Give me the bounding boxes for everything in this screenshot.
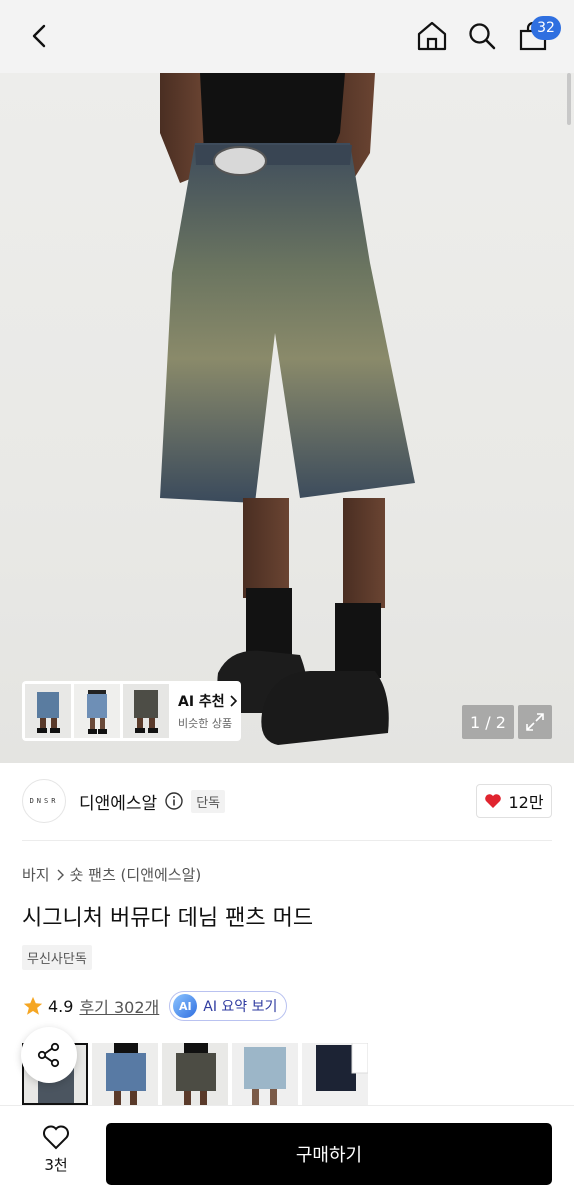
ai-recommend-card[interactable]: AI 추천 비슷한 상품 (22, 681, 241, 741)
exclusive-label: 무신사단독 (22, 945, 92, 970)
brand-like-count: 12만 (508, 793, 544, 812)
brand-row: DNSR 디앤에스알 단독 12만 (22, 776, 552, 826)
breadcrumb-item[interactable]: 바지 (22, 864, 50, 885)
ai-badge-icon: AI (173, 994, 198, 1018)
wishlist-count: 3천 (44, 1156, 68, 1174)
rating-row: 4.9 후기 302개 AI AI 요약 보기 (22, 990, 288, 1022)
cart-count-badge: 32 (531, 16, 561, 40)
chevron-right-icon (230, 695, 237, 707)
heart-filled-icon (485, 794, 502, 808)
wishlist-button[interactable]: 3천 (30, 1124, 82, 1176)
breadcrumb-item[interactable]: 숏 팬츠 (디앤에스알) (70, 864, 202, 885)
info-icon[interactable] (165, 792, 183, 810)
chevron-right-icon (57, 869, 64, 880)
recommend-thumbnail[interactable] (123, 684, 169, 738)
exclusive-tag: 단독 (191, 789, 226, 813)
top-navigation-bar: 32 (0, 0, 574, 73)
color-option-thumbnail[interactable] (92, 1043, 158, 1105)
scroll-indicator (567, 73, 571, 125)
expand-button[interactable] (518, 705, 552, 739)
chevron-left-icon (32, 24, 46, 48)
share-button[interactable] (21, 1027, 77, 1083)
reviews-link[interactable]: 후기 302개 (79, 994, 159, 1018)
brand-name[interactable]: 디앤에스알 (79, 789, 157, 814)
color-option-thumbnail[interactable] (232, 1043, 298, 1105)
star-icon (23, 996, 43, 1015)
back-button[interactable] (22, 18, 58, 54)
ai-summary-label: AI 요약 보기 (203, 999, 278, 1015)
color-option-thumbnail[interactable] (162, 1043, 228, 1105)
image-pager: 1 / 2 (462, 705, 514, 739)
brand-like-button[interactable]: 12만 (476, 784, 552, 818)
ai-recommend-subtitle: 비슷한 상품 (178, 717, 233, 730)
recommend-thumbnail[interactable] (25, 684, 71, 738)
product-photo (160, 73, 415, 745)
rating-value: 4.9 (48, 996, 74, 1016)
expand-icon (526, 713, 544, 731)
cart-button[interactable]: 32 (515, 16, 561, 54)
search-button[interactable] (464, 18, 500, 54)
breadcrumb: 바지 숏 팬츠 (디앤에스알) (22, 864, 201, 885)
share-icon (37, 1042, 60, 1068)
brand-logo[interactable]: DNSR (22, 779, 66, 823)
buy-button[interactable]: 구매하기 (106, 1123, 552, 1185)
home-button[interactable] (414, 18, 450, 54)
ai-summary-button[interactable]: AI AI 요약 보기 (169, 991, 288, 1021)
product-image-carousel[interactable]: AI 추천 비슷한 상품 1 / 2 (0, 73, 574, 763)
product-title: 시그니처 버뮤다 데님 팬츠 머드 (22, 906, 314, 931)
search-icon (469, 23, 496, 50)
divider (22, 840, 552, 841)
recommend-thumbnail[interactable] (74, 684, 120, 738)
home-icon (417, 21, 447, 51)
heart-outline-icon (43, 1125, 69, 1150)
color-option-thumbnail[interactable] (302, 1043, 368, 1105)
bottom-action-bar: 3천 구매하기 (0, 1105, 574, 1200)
ai-recommend-title: AI 추천 (178, 691, 238, 711)
